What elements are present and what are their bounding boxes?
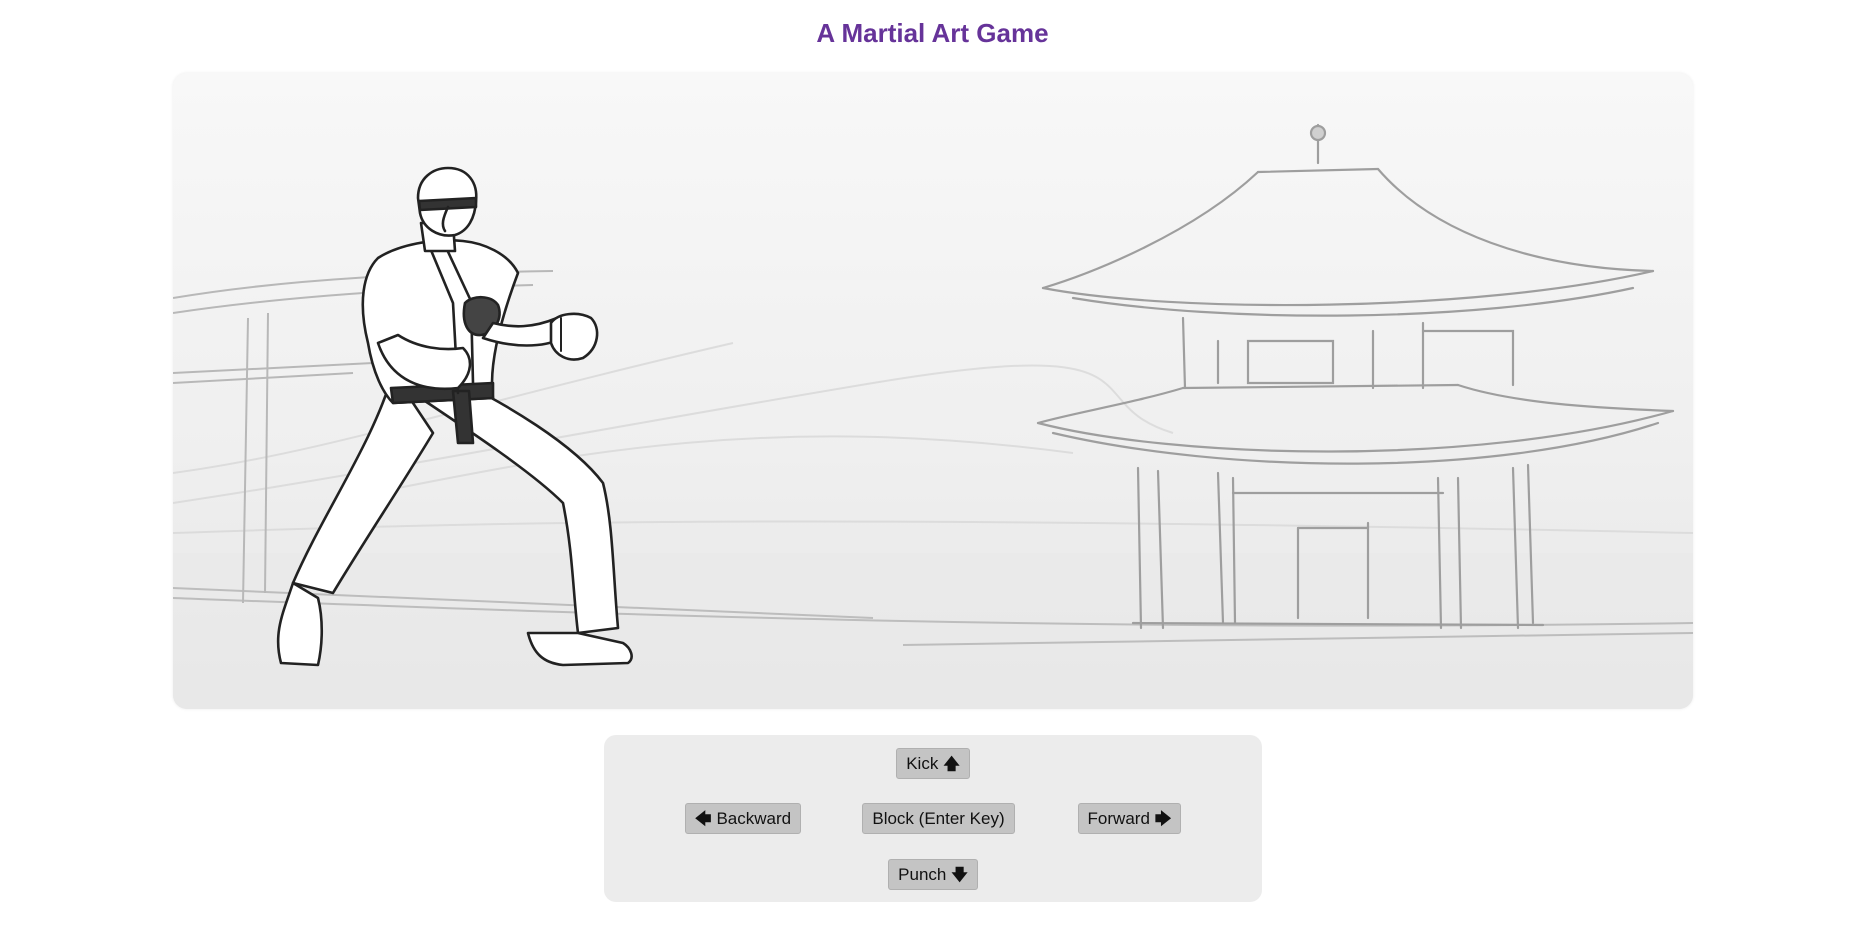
arrow-right-icon: 🡆: [1154, 808, 1172, 828]
kick-button[interactable]: Kick 🡅: [896, 748, 970, 779]
page-title: A Martial Art Game: [816, 18, 1049, 48]
arrow-up-icon: 🡅: [943, 753, 960, 773]
block-button[interactable]: Block (Enter Key): [862, 803, 1015, 834]
forward-button[interactable]: Forward 🡆: [1078, 803, 1181, 834]
backward-label: Backward: [716, 808, 792, 828]
controls-panel: Kick 🡅 🡄 Backward Block (Enter Key) Forw…: [604, 735, 1262, 902]
punch-button[interactable]: Punch 🡇: [888, 859, 978, 890]
arrow-down-icon: 🡇: [951, 864, 968, 884]
game-page: A Martial Art Game Kick 🡅 🡄 Backward Blo…: [0, 0, 1865, 937]
arrow-left-icon: 🡄: [694, 808, 712, 828]
kick-label: Kick: [906, 753, 939, 773]
block-label: Block (Enter Key): [872, 808, 1005, 828]
backward-button[interactable]: 🡄 Backward: [685, 803, 801, 834]
punch-label: Punch: [898, 864, 947, 884]
game-stage: [173, 73, 1693, 709]
forward-label: Forward: [1087, 808, 1150, 828]
stage-scene: [173, 73, 1693, 709]
